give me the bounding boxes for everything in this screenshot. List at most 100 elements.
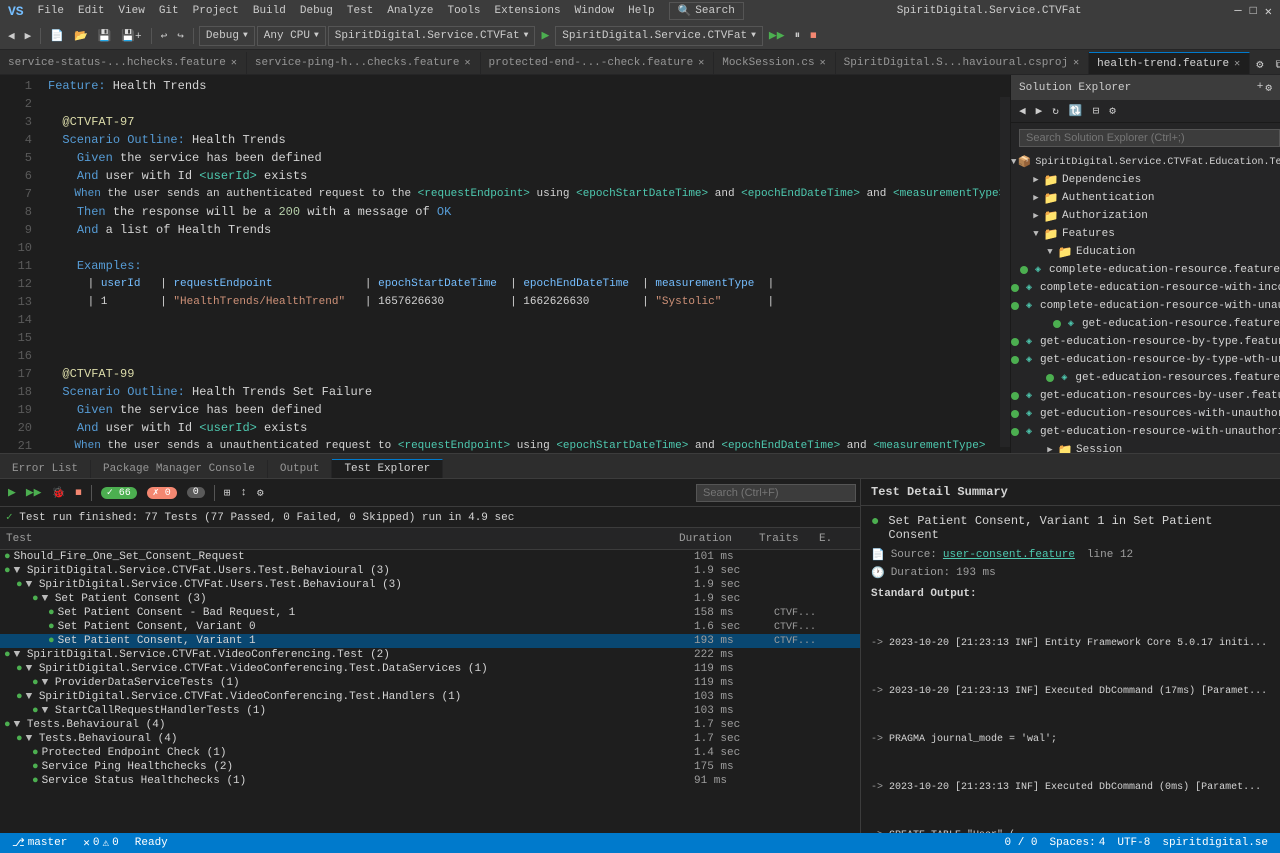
te-row[interactable]: ●Set Patient Consent - Bad Request, 1 15… [0,606,860,620]
tab-split-btn[interactable]: ⧉ [1269,56,1280,74]
title-search[interactable]: 🔍 Search [669,2,744,20]
save-all-btn[interactable]: 💾+ [117,27,145,45]
te-row[interactable]: ●▼ SpiritDigital.Service.CTVFat.VideoCon… [0,648,860,662]
se-file-1[interactable]: ◈ complete-education-resource.feature [1011,261,1280,279]
debug-config-dropdown[interactable]: Debug ▼ [199,26,255,46]
status-company[interactable]: spiritdigital.se [1158,837,1272,849]
te-run-btn[interactable]: ▶ [4,483,20,502]
menu-file[interactable]: File [32,3,70,19]
tab-close-btn[interactable]: ✕ [1233,57,1241,71]
te-row[interactable]: ●▼ StartCallRequestHandlerTests (1) 103 … [0,704,860,718]
status-ready[interactable]: Ready [131,837,172,849]
tab-health-trend[interactable]: health-trend.feature ✕ [1089,52,1250,74]
se-authorization[interactable]: ▶ 📁 Authorization [1011,207,1280,225]
se-root[interactable]: ▼ 📦 SpiritDigital.Service.CTVFat.Educati… [1011,153,1280,171]
te-row[interactable]: ●▼ Tests.Behavioural (4) 1.7 sec [0,732,860,746]
te-row[interactable]: ●▼ SpiritDigital.Service.CTVFat.VideoCon… [0,662,860,676]
tab-service-status[interactable]: service-status-...hchecks.feature ✕ [0,52,247,74]
open-btn[interactable]: 📂 [70,27,92,45]
new-file-btn[interactable]: 📄 [46,27,68,45]
tab-close-btn[interactable]: ✕ [230,56,238,70]
back-btn[interactable]: ◀ [4,27,19,45]
se-forward-btn[interactable]: ▶ [1032,102,1047,120]
tab-close-btn[interactable]: ✕ [464,56,472,70]
status-errors[interactable]: ✕ 0 ⚠ 0 [79,836,122,850]
close-icon[interactable]: ✕ [1265,4,1272,19]
te-group-btn[interactable]: ⊞ [220,484,235,502]
tab-error-list[interactable]: Error List [0,460,91,478]
undo-btn[interactable]: ↩ [157,27,172,45]
status-git[interactable]: ⎇ master [8,836,71,850]
menu-git[interactable]: Git [153,3,185,19]
te-row[interactable]: ●▼ SpiritDigital.Service.CTVFat.VideoCon… [0,690,860,704]
menu-window[interactable]: Window [569,3,621,19]
code-content[interactable]: Feature: Health Trends @CTVFAT-97 Scenar… [40,75,1010,453]
menu-edit[interactable]: Edit [72,3,110,19]
status-encoding[interactable]: UTF-8 [1113,837,1154,849]
se-file-6[interactable]: ◈ get-education-resource-by-type-wth-ura… [1011,351,1280,369]
se-file-8[interactable]: ◈ get-education-resources-by-user.featur… [1011,387,1280,405]
menu-help[interactable]: Help [622,3,660,19]
minimize-icon[interactable]: ─ [1234,4,1241,18]
tab-mocksession[interactable]: MockSession.cs ✕ [714,52,835,74]
te-row[interactable]: ●Service Ping Healthchecks (2) 175 ms [0,760,860,774]
se-collapse-btn[interactable]: ⊟ [1089,102,1104,120]
status-position[interactable]: 0 / 0 [1001,837,1042,849]
se-education[interactable]: ▼ 📁 Education [1011,243,1280,261]
te-search-input[interactable] [696,484,856,502]
se-add-btn[interactable]: + [1257,81,1264,95]
te-fail-filter-btn[interactable]: ✗ 0 [143,485,181,501]
tab-close-btn[interactable]: ✕ [697,56,705,70]
te-row[interactable]: ●▼ SpiritDigital.Service.CTVFat.Users.Te… [0,564,860,578]
menu-debug[interactable]: Debug [294,3,339,19]
forward-btn[interactable]: ▶ [21,27,36,45]
menu-analyze[interactable]: Analyze [381,3,439,19]
run-btn[interactable]: ▶ [537,26,553,45]
te-row-selected[interactable]: ●Set Patient Consent, Variant 1 193 ms C… [0,634,860,648]
tab-service-ping[interactable]: service-ping-h...checks.feature ✕ [247,52,481,74]
menu-build[interactable]: Build [247,3,292,19]
se-file-7[interactable]: ◈ get-education-resources.feature [1011,369,1280,387]
project-dropdown[interactable]: SpiritDigital.Service.CTVFat ▼ [328,26,536,46]
se-filter-btn[interactable]: ⚙ [1265,81,1272,95]
se-refresh-btn[interactable]: 🔃 [1065,102,1087,120]
source-link[interactable]: user-consent.feature [943,549,1075,561]
te-row[interactable]: ●Protected Endpoint Check (1) 1.4 sec [0,746,860,760]
te-sort-btn[interactable]: ↕ [236,485,251,501]
platform-dropdown[interactable]: Any CPU ▼ [257,26,326,46]
maximize-icon[interactable]: □ [1250,4,1257,18]
te-row[interactable]: ●▼ Tests.Behavioural (4) 1.7 sec [0,718,860,732]
te-row[interactable]: ●▼ ProviderDataServiceTests (1) 119 ms [0,676,860,690]
te-row[interactable]: ●Set Patient Consent, Variant 0 1.6 sec … [0,620,860,634]
tab-close-btn[interactable]: ✕ [1072,56,1080,70]
menu-tools[interactable]: Tools [442,3,487,19]
te-run-all-btn[interactable]: ▶▶ [22,483,46,502]
tab-csproj[interactable]: SpiritDigital.S...havioural.csproj ✕ [836,52,1089,74]
run-config-dropdown[interactable]: SpiritDigital.Service.CTVFat ▼ [555,26,763,46]
te-row[interactable]: ●▼ SpiritDigital.Service.CTVFat.Users.Te… [0,578,860,592]
tab-close-btn[interactable]: ✕ [819,56,827,70]
editor-scrollbar[interactable] [1000,97,1010,447]
status-spaces[interactable]: Spaces: 4 [1046,837,1110,849]
se-features[interactable]: ▼ 📁 Features [1011,225,1280,243]
redo-btn[interactable]: ↪ [173,27,188,45]
se-file-5[interactable]: ◈ get-education-resource-by-type.feature [1011,333,1280,351]
se-dependencies[interactable]: ▶ 📁 Dependencies [1011,171,1280,189]
se-search-input[interactable] [1019,129,1280,147]
tab-output[interactable]: Output [268,460,333,478]
se-file-10[interactable]: ◈ get-education-resource-with-unauthoriz… [1011,423,1280,441]
tab-test-explorer[interactable]: Test Explorer [332,459,443,478]
se-file-4[interactable]: ◈ get-education-resource.feature [1011,315,1280,333]
stop-btn[interactable]: ⏹ [806,26,821,45]
tab-settings-btn[interactable]: ⚙ [1250,55,1269,74]
te-cancel-btn[interactable]: ⏹ [71,483,86,502]
te-row[interactable]: ●Service Status Healthchecks (1) 91 ms [0,774,860,788]
run-all-btn[interactable]: ▶▶ [765,26,789,45]
se-settings-btn[interactable]: ⚙ [1105,102,1120,120]
se-file-9[interactable]: ◈ get-educution-resources-with-unauthori… [1011,405,1280,423]
se-file-3[interactable]: ◈ complete-education-resource-with-unaut… [1011,297,1280,315]
se-sync-btn[interactable]: ↻ [1048,102,1063,120]
se-session[interactable]: ▶ 📁 Session [1011,441,1280,453]
menu-project[interactable]: Project [187,3,245,19]
save-btn[interactable]: 💾 [94,27,116,45]
